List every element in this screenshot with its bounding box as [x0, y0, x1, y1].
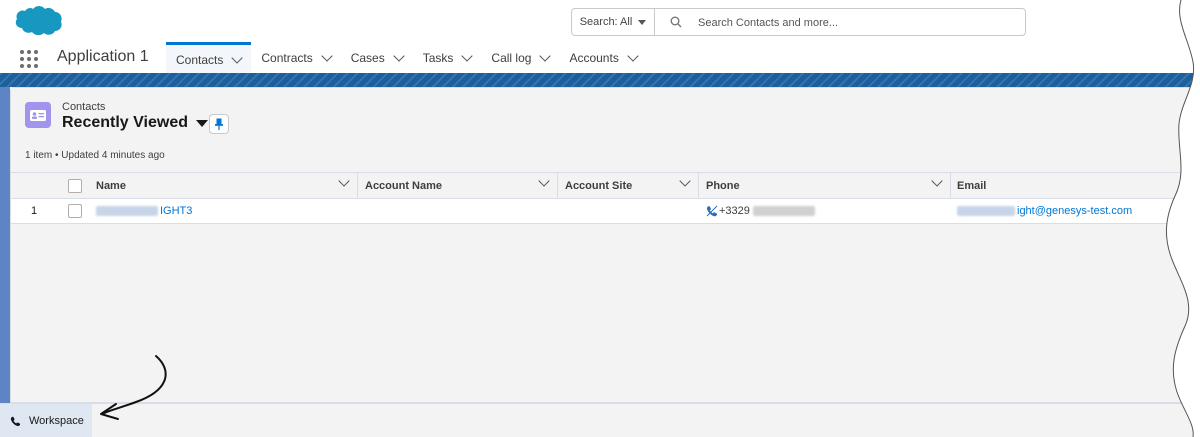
row-select-cell — [68, 199, 88, 223]
column-label: Email — [957, 180, 987, 192]
cell-name: IGHT3 — [96, 199, 358, 223]
list-meta-info: 1 item • Updated 4 minutes ago — [25, 150, 165, 161]
page-banner — [0, 73, 1200, 87]
redacted-text — [957, 206, 1015, 216]
app-window: Search: All Application 1 Contacts Contr… — [0, 0, 1200, 437]
chevron-down-icon[interactable] — [338, 175, 350, 187]
contact-name-link[interactable]: IGHT3 — [160, 205, 192, 217]
tab-call-log[interactable]: Call log — [481, 42, 559, 74]
tab-tasks[interactable]: Tasks — [413, 42, 482, 74]
column-header-account-site[interactable]: Account Site — [565, 173, 699, 199]
column-divider[interactable] — [950, 173, 951, 199]
row-number: 1 — [31, 205, 38, 217]
redacted-text — [96, 206, 158, 216]
triangle-down-icon — [195, 119, 208, 127]
list-view-name: Recently Viewed — [62, 114, 188, 131]
tab-contacts[interactable]: Contacts — [166, 42, 252, 74]
chevron-down-icon[interactable] — [321, 50, 333, 62]
chevron-down-icon[interactable] — [538, 175, 550, 187]
workspace-button[interactable]: Workspace — [0, 404, 92, 437]
object-label: Contacts — [62, 101, 106, 113]
chevron-down-icon[interactable] — [931, 175, 943, 187]
click-to-dial-phone-icon[interactable] — [706, 205, 718, 217]
workspace-label: Workspace — [29, 415, 84, 427]
list-view-picker[interactable]: Recently Viewed — [62, 114, 208, 132]
column-divider[interactable] — [357, 173, 358, 199]
chevron-down-icon[interactable] — [679, 175, 691, 187]
column-divider[interactable] — [698, 173, 699, 199]
column-label: Account Site — [565, 180, 633, 192]
column-header-phone[interactable]: Phone — [706, 173, 951, 199]
select-all-cell — [68, 173, 88, 199]
search-icon — [670, 16, 682, 28]
tab-label: Tasks — [422, 51, 454, 65]
search-scope-label: Search: All — [579, 16, 633, 28]
redacted-text — [752, 206, 815, 216]
column-divider[interactable] — [557, 173, 558, 199]
chevron-down-icon[interactable] — [231, 51, 244, 64]
chevron-down-icon[interactable] — [461, 50, 474, 62]
tab-label: Contracts — [261, 51, 313, 65]
table-header: Name Account Name Account Site Phone Ema… — [11, 172, 1200, 199]
tab-label: Call log — [491, 51, 532, 65]
cell-email: ight@genesys-test.com — [957, 199, 1187, 223]
tab-label: Accounts — [569, 51, 619, 65]
phone-number-link[interactable]: +3329 — [719, 205, 750, 217]
utility-bar: Workspace — [0, 403, 1200, 437]
column-label: Name — [96, 180, 126, 192]
app-launcher-icon[interactable] — [20, 50, 38, 68]
banner-pattern — [0, 73, 1200, 87]
tab-cases[interactable]: Cases — [341, 42, 413, 74]
column-header-name[interactable]: Name — [96, 173, 358, 199]
list-view-card: Contacts Recently Viewed 1 item • Update… — [10, 87, 1200, 403]
select-all-checkbox[interactable] — [68, 179, 82, 193]
app-nav-bar: Application 1 Contacts Contracts Cases T… — [0, 42, 1200, 75]
cell-account-name — [365, 199, 558, 223]
tab-contracts[interactable]: Contracts — [251, 42, 340, 74]
email-link[interactable]: ight@genesys-test.com — [1017, 205, 1132, 217]
pin-list-view-button[interactable] — [209, 114, 229, 134]
tab-accounts[interactable]: Accounts — [559, 42, 646, 74]
salesforce-logo-icon[interactable] — [12, 4, 64, 38]
table-row[interactable]: 1 IGHT3 +3329 ight@genesys-test.com — [11, 199, 1200, 224]
column-label: Account Name — [365, 180, 443, 192]
cell-account-site — [565, 199, 699, 223]
row-checkbox[interactable] — [68, 204, 82, 218]
caret-down-icon — [638, 19, 647, 25]
chevron-down-icon[interactable] — [627, 50, 639, 62]
torn-edge-decoration — [1165, 0, 1200, 437]
nav-tabs: Contacts Contracts Cases Tasks Call log … — [166, 42, 647, 74]
column-header-email[interactable]: Email — [957, 173, 1187, 199]
list-view-header: Contacts Recently Viewed 1 item • Update… — [11, 88, 1200, 172]
global-header: Search: All — [0, 0, 1200, 42]
app-name: Application 1 — [57, 48, 149, 65]
cell-phone: +3329 — [706, 199, 951, 223]
chevron-down-icon[interactable] — [539, 50, 552, 62]
chevron-down-icon[interactable] — [393, 50, 405, 62]
tab-label: Cases — [350, 51, 385, 65]
search-scope-dropdown[interactable]: Search: All — [572, 9, 655, 35]
pin-icon — [215, 118, 223, 130]
annotation-arrow-icon — [100, 355, 167, 420]
column-header-account-name[interactable]: Account Name — [365, 173, 558, 199]
tab-label: Contacts — [176, 52, 224, 67]
phone-icon — [10, 416, 21, 426]
left-background-strip — [0, 87, 10, 403]
search-input[interactable] — [696, 11, 1020, 35]
contact-card-icon — [25, 102, 51, 128]
global-search: Search: All — [571, 8, 1026, 36]
column-label: Phone — [706, 180, 740, 192]
